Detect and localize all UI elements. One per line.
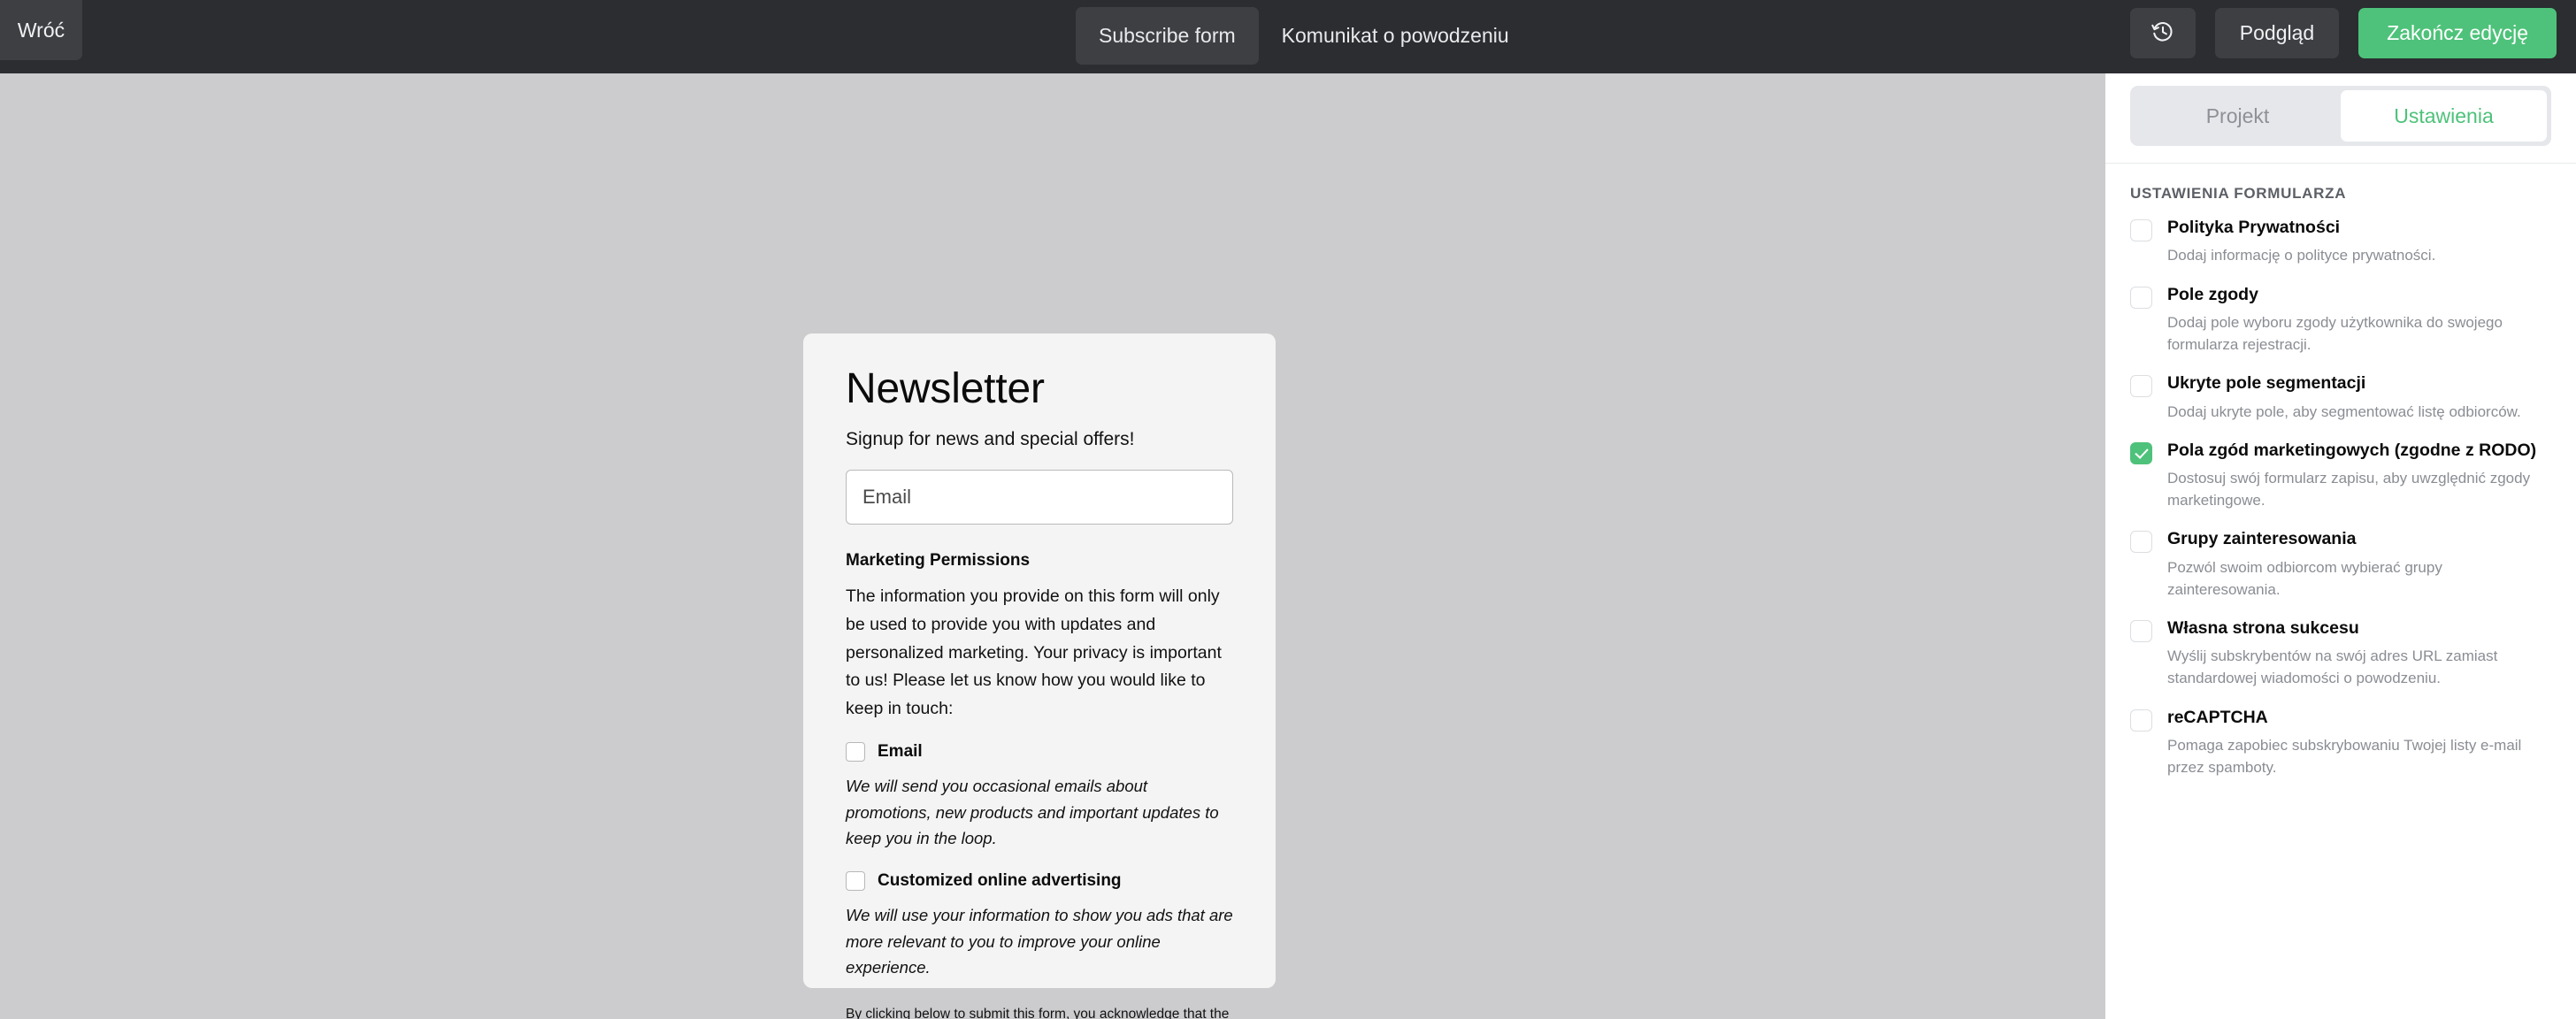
- setting-recaptcha[interactable]: reCAPTCHA Pomaga zapobiec subskrybowaniu…: [2130, 707, 2551, 779]
- top-toolbar: Wróć Subscribe form Komunikat o powodzen…: [0, 0, 2576, 73]
- permission-row-advertising[interactable]: Customized online advertising: [846, 871, 1233, 892]
- setting-label-recaptcha: reCAPTCHA: [2167, 707, 2268, 727]
- marketing-permissions-title: Marketing Permissions: [846, 551, 1031, 571]
- permission-desc-email: We will send you occasional emails about…: [846, 777, 1219, 848]
- setting-hidden-segmentation-field[interactable]: Ukryte pole segmentacji Dodaj ukryte pol…: [2130, 372, 2551, 423]
- back-button[interactable]: Wróć: [0, 0, 82, 60]
- checkbox-hidden-segmentation-field[interactable]: [2130, 375, 2152, 398]
- tab-ustawienia[interactable]: Ustawienia: [2341, 90, 2547, 142]
- setting-label-custom-success-page: Własna strona sukcesu: [2167, 617, 2359, 638]
- form-settings-list: Polityka Prywatności Dodaj informację o …: [2105, 217, 2576, 831]
- setting-label-interest-groups: Grupy zainteresowania: [2167, 529, 2357, 549]
- setting-interest-groups[interactable]: Grupy zainteresowania Pozwól swoim odbio…: [2130, 528, 2551, 601]
- setting-label-consent-field: Pole zgody: [2167, 284, 2258, 304]
- form-subtitle: Signup for news and special offers!: [846, 429, 1135, 450]
- sidebar-divider: [2105, 163, 2576, 164]
- setting-marketing-permissions[interactable]: Pola zgód marketingowych (zgodne z RODO)…: [2130, 440, 2551, 512]
- setting-label-marketing-permissions: Pola zgód marketingowych (zgodne z RODO): [2167, 440, 2537, 460]
- form-fine-print: By clicking below to submit this form, y…: [846, 1006, 1230, 1019]
- checkbox-custom-success-page[interactable]: [2130, 619, 2152, 642]
- permission-label-advertising: Customized online advertising: [878, 871, 1122, 891]
- setting-privacy-policy[interactable]: Polityka Prywatności Dodaj informację o …: [2130, 217, 2551, 267]
- checkbox-marketing-permissions[interactable]: [2130, 441, 2152, 464]
- setting-desc-marketing-permissions: Dostosuj swój formularz zapisu, aby uwzg…: [2167, 470, 2531, 510]
- checkbox-consent-field[interactable]: [2130, 286, 2152, 309]
- permission-row-email[interactable]: Email: [846, 742, 1233, 762]
- setting-label-privacy-policy: Polityka Prywatności: [2167, 218, 2341, 237]
- setting-label-hidden-segmentation-field: Ukryte pole segmentacji: [2167, 373, 2366, 394]
- email-input[interactable]: [846, 470, 1233, 525]
- form-step-tabs: Subscribe form Komunikat o powodzeniu: [1076, 7, 1532, 65]
- checkbox-privacy-policy[interactable]: [2130, 219, 2152, 241]
- toolbar-actions: Podgląd Zakończ edycję: [2129, 8, 2557, 58]
- checkbox-email[interactable]: [846, 742, 865, 762]
- setting-consent-field[interactable]: Pole zgody Dodaj pole wyboru zgody użytk…: [2130, 284, 2551, 356]
- setting-desc-privacy-policy: Dodaj informację o polityce prywatności.: [2167, 247, 2436, 264]
- preview-button[interactable]: Podgląd: [2214, 8, 2340, 58]
- form-title: Newsletter: [846, 365, 1045, 412]
- setting-desc-consent-field: Dodaj pole wyboru zgody użytkownika do s…: [2167, 313, 2503, 353]
- newsletter-form-card: Newsletter Signup for news and special o…: [803, 333, 1276, 1019]
- settings-sidebar: Projekt Ustawienia USTAWIENIA FORMULARZA…: [2105, 73, 2576, 1019]
- checkbox-customized-online-advertising[interactable]: [846, 871, 865, 892]
- setting-desc-hidden-segmentation-field: Dodaj ukryte pole, aby segmentować listę…: [2167, 402, 2521, 420]
- marketing-permissions-body: The information you provide on this form…: [846, 586, 1222, 718]
- setting-desc-custom-success-page: Wyślij subskrybentów na swój adres URL z…: [2167, 647, 2498, 687]
- finish-editing-button[interactable]: Zakończ edycję: [2358, 8, 2557, 58]
- history-clock-icon: [2151, 20, 2174, 46]
- setting-desc-recaptcha: Pomaga zapobiec subskrybowaniu Twojej li…: [2167, 736, 2522, 777]
- checkbox-interest-groups[interactable]: [2130, 531, 2152, 554]
- tab-success-message[interactable]: Komunikat o powodzeniu: [1259, 7, 1532, 65]
- tab-projekt[interactable]: Projekt: [2135, 90, 2341, 142]
- sidebar-segmented-tabs: Projekt Ustawienia: [2130, 86, 2551, 146]
- checkbox-recaptcha[interactable]: [2130, 709, 2152, 732]
- permission-desc-advertising: We will use your information to show you…: [846, 906, 1233, 977]
- setting-desc-interest-groups: Pozwól swoim odbiorcom wybierać grupy za…: [2167, 558, 2442, 598]
- form-canvas: Newsletter Signup for news and special o…: [0, 73, 2105, 1019]
- permission-label-email: Email: [878, 742, 923, 762]
- history-button[interactable]: [2129, 8, 2196, 58]
- sidebar-section-title: USTAWIENIA FORMULARZA: [2130, 185, 2347, 202]
- tab-subscribe-form[interactable]: Subscribe form: [1076, 7, 1259, 65]
- setting-custom-success-page[interactable]: Własna strona sukcesu Wyślij subskrybent…: [2130, 617, 2551, 690]
